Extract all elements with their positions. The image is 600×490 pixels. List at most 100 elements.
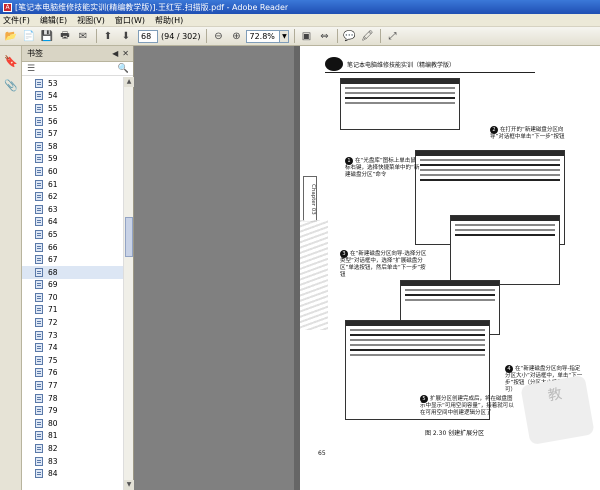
step-number: 5 — [420, 395, 428, 403]
bookmark-item[interactable]: 59 — [22, 153, 123, 166]
menu-window[interactable]: 窗口(W) — [115, 15, 145, 26]
step-number: 3 — [340, 250, 348, 258]
bookmark-page-icon — [35, 406, 43, 416]
zoom-in-icon[interactable]: ⊕ — [228, 28, 244, 44]
bookmark-page-icon — [35, 355, 43, 365]
bookmark-item[interactable]: 63 — [22, 203, 123, 216]
bookmark-item[interactable]: 80 — [22, 417, 123, 430]
comment-icon[interactable]: 💬 — [341, 28, 357, 44]
menu-edit[interactable]: 编辑(E) — [40, 15, 67, 26]
bookmark-item[interactable]: 82 — [22, 442, 123, 455]
bookmark-label: 58 — [48, 141, 58, 151]
watermark-stamp: 教 — [520, 374, 595, 446]
bookmark-item[interactable]: 66 — [22, 241, 123, 254]
bookmark-label: 83 — [48, 456, 58, 466]
collapse-panel-icon[interactable]: ◀ — [112, 49, 118, 58]
page-header-title: 笔记本电脑维修技能实训（精编教学版） — [347, 61, 456, 69]
bookmark-item[interactable]: 72 — [22, 316, 123, 329]
bookmarks-tools: ☰ 🔍 — [22, 62, 133, 76]
bookmark-label: 81 — [48, 431, 58, 441]
find-bookmark-icon[interactable]: 🔍 — [118, 64, 129, 74]
bookmark-item[interactable]: 65 — [22, 228, 123, 241]
book-logo-icon — [325, 57, 343, 71]
bookmark-page-icon — [35, 393, 43, 403]
bookmarks-header: 书签 ◀ ✕ — [22, 46, 133, 62]
bookmark-item[interactable]: 83 — [22, 455, 123, 468]
bookmark-item[interactable]: 84 — [22, 467, 123, 480]
save-icon[interactable]: 💾 — [39, 28, 55, 44]
bookmark-item[interactable]: 55 — [22, 102, 123, 115]
decorative-swirl — [300, 220, 328, 330]
step-number: 4 — [505, 365, 513, 373]
bookmarks-scrollbar[interactable]: ▲ ▼ — [123, 77, 134, 490]
scroll-up-icon[interactable]: ▲ — [124, 77, 134, 87]
bookmarks-list: 53 54 55 56 57 58 59 60 61 62 63 64 65 66 67 68 69 70 71 72… — [22, 77, 123, 490]
options-icon[interactable]: ☰ — [27, 64, 35, 74]
bookmark-item[interactable]: 67 — [22, 253, 123, 266]
highlight-icon[interactable]: 🖍 — [359, 28, 375, 44]
email-icon[interactable]: ✉ — [75, 28, 91, 44]
bookmark-item[interactable]: 81 — [22, 430, 123, 443]
bookmark-item[interactable]: 53 — [22, 77, 123, 90]
bookmark-label: 66 — [48, 242, 58, 252]
menu-bar: 文件(F) 编辑(E) 视图(V) 窗口(W) 帮助(H) — [0, 14, 600, 27]
bookmark-label: 80 — [48, 418, 58, 428]
bookmark-icon[interactable]: 🔖 — [3, 52, 19, 70]
bookmark-item[interactable]: 71 — [22, 304, 123, 317]
zoom-out-icon[interactable]: ⊖ — [210, 28, 226, 44]
bookmark-item[interactable]: 77 — [22, 379, 123, 392]
bookmark-item[interactable]: 70 — [22, 291, 123, 304]
bookmark-item[interactable]: 62 — [22, 190, 123, 203]
print-icon[interactable]: 🖶 — [57, 28, 73, 44]
bookmark-item[interactable]: 61 — [22, 178, 123, 191]
fit-page-icon[interactable]: ▣ — [298, 28, 314, 44]
bookmark-label: 67 — [48, 255, 58, 265]
bookmark-page-icon — [35, 444, 43, 454]
next-page-icon[interactable]: ⬇ — [118, 28, 134, 44]
open-icon[interactable]: 📂 — [3, 28, 19, 44]
bookmark-label: 53 — [48, 78, 58, 88]
bookmark-item[interactable]: 68 — [22, 265, 123, 279]
navigation-panel-strip: 🔖 📎 — [0, 46, 22, 490]
bookmark-item[interactable]: 57 — [22, 127, 123, 140]
bookmark-page-icon — [35, 456, 43, 466]
zoom-input[interactable]: 72.8% — [246, 29, 281, 43]
title-bar: A [笔记本电脑维修技能实训(精编教学版)].王红军.扫描版.pdf - Ado… — [0, 0, 600, 14]
bookmark-page-icon — [35, 103, 43, 113]
menu-view[interactable]: 视图(V) — [77, 15, 105, 26]
fit-width-icon[interactable]: ⇔ — [316, 28, 332, 44]
previous-page-icon[interactable]: ⬆ — [100, 28, 116, 44]
menu-help[interactable]: 帮助(H) — [155, 15, 183, 26]
bookmark-item[interactable]: 54 — [22, 90, 123, 103]
toolbar-separator — [206, 29, 208, 43]
bookmark-label: 78 — [48, 393, 58, 403]
bookmark-item[interactable]: 64 — [22, 216, 123, 229]
bookmark-item[interactable]: 76 — [22, 367, 123, 380]
create-pdf-icon[interactable]: 📄 — [21, 28, 37, 44]
callout-3: 3 在“新建磁盘分区向导-选择分区类型”对话框中，选择“扩展磁盘分区”单选按钮，然… — [340, 250, 430, 279]
bookmark-label: 79 — [48, 406, 58, 416]
page-number-input[interactable]: 68 — [138, 29, 158, 43]
bookmark-label: 68 — [48, 267, 58, 277]
bookmark-page-icon — [35, 330, 43, 340]
expand-icon[interactable]: ⤢ — [384, 28, 400, 44]
bookmark-item[interactable]: 58 — [22, 140, 123, 153]
bookmark-label: 74 — [48, 343, 58, 353]
attachment-icon[interactable]: 📎 — [3, 76, 19, 94]
bookmark-item[interactable]: 60 — [22, 165, 123, 178]
bookmark-label: 69 — [48, 280, 58, 290]
zoom-dropdown-icon[interactable]: ▼ — [280, 29, 290, 43]
menu-file[interactable]: 文件(F) — [3, 15, 30, 26]
bookmark-item[interactable]: 56 — [22, 115, 123, 128]
close-panel-icon[interactable]: ✕ — [122, 49, 129, 58]
bookmark-item[interactable]: 75 — [22, 354, 123, 367]
bookmark-item[interactable]: 69 — [22, 279, 123, 292]
bookmark-item[interactable]: 78 — [22, 392, 123, 405]
bookmark-item[interactable]: 73 — [22, 329, 123, 342]
scroll-down-icon[interactable]: ▼ — [124, 480, 134, 490]
bookmark-item[interactable]: 79 — [22, 404, 123, 417]
bookmark-label: 60 — [48, 166, 58, 176]
callout-text: 在打开的“新建磁盘分区向导”对话框中单击“下一步”按钮 — [490, 127, 565, 140]
scroll-thumb[interactable] — [125, 217, 133, 257]
bookmark-item[interactable]: 74 — [22, 341, 123, 354]
